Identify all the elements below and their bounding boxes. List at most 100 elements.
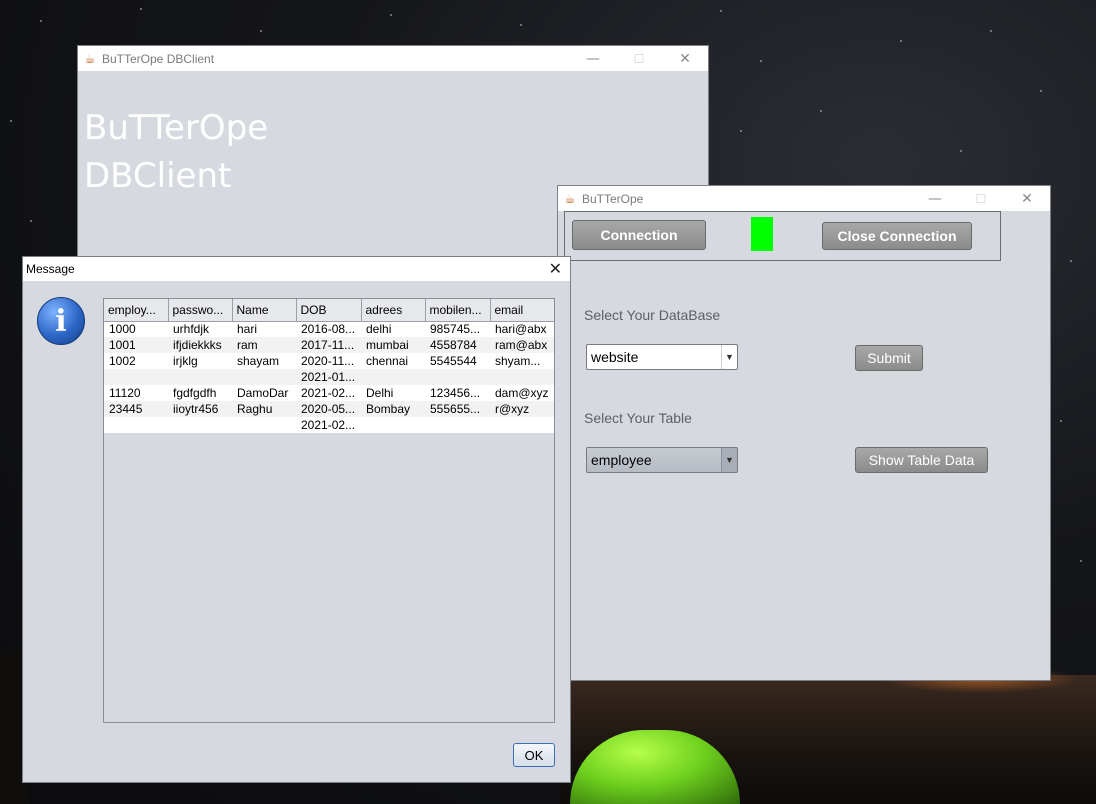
show-table-data-button[interactable]: Show Table Data [855, 447, 988, 473]
table-row[interactable]: 11120 fgdfgdfh DamoDar 2021-02... Delhi … [104, 385, 554, 401]
table-cell: delhi [361, 321, 425, 337]
table-cell [425, 417, 490, 433]
connection-status-indicator [751, 217, 773, 251]
table-cell: 1002 [104, 353, 168, 369]
table-cell: 2020-11... [296, 353, 361, 369]
column-header[interactable]: DOB [296, 299, 362, 322]
table-cell: hari [232, 321, 296, 337]
table-select[interactable]: employee ▼ [586, 447, 738, 473]
app-heading: BuTTerOpe DBClient [84, 104, 268, 200]
table-cell: chennai [361, 353, 425, 369]
table-cell: 4558784 [425, 337, 490, 353]
table-label: Select Your Table [584, 410, 692, 426]
table-cell: 23445 [104, 401, 168, 417]
table-cell: Raghu [232, 401, 296, 417]
table-cell: Delhi [361, 385, 425, 401]
window-controls: — ☐ ✕ [570, 46, 708, 71]
table-cell [104, 417, 168, 433]
table-select-value: employee [591, 452, 652, 468]
window-title: BuTTerOpe DBClient [102, 51, 215, 66]
table-cell: iioytr456 [168, 401, 232, 417]
table-cell: fgdfgdfh [168, 385, 232, 401]
data-table-scrollpane[interactable]: employ... passwo... Name DOB adrees mobi… [103, 298, 555, 723]
window-controls: — ☐ ✕ [912, 186, 1050, 211]
table-cell [104, 369, 168, 385]
data-table[interactable]: employ... passwo... Name DOB adrees mobi… [104, 299, 554, 433]
table-cell: 2016-08... [296, 321, 361, 337]
table-header-row: employ... passwo... Name DOB adrees mobi… [104, 299, 554, 322]
table-cell: 985745... [425, 321, 490, 337]
table-cell: hari@abx [490, 321, 554, 337]
column-header[interactable]: passwo... [168, 299, 233, 322]
table-cell: 2017-11... [296, 337, 361, 353]
ok-button[interactable]: OK [513, 743, 555, 767]
connection-button[interactable]: Connection [572, 220, 706, 250]
table-cell [168, 369, 232, 385]
java-icon: ☕ [564, 191, 576, 206]
table-cell: irjklg [168, 353, 232, 369]
table-cell: 11120 [104, 385, 168, 401]
message-dialog: Message ✕ i employ... passwo... Name DOB… [22, 256, 571, 783]
table-cell: ram@abx [490, 337, 554, 353]
table-row[interactable]: 23445 iioytr456 Raghu 2020-05... Bombay … [104, 401, 554, 417]
database-select[interactable]: website ▼ [586, 344, 738, 370]
table-cell: 5545544 [425, 353, 490, 369]
database-label: Select Your DataBase [584, 307, 721, 323]
submit-button[interactable]: Submit [855, 345, 923, 371]
table-row[interactable]: 1001 ifjdiekkks ram 2017-11... mumbai 45… [104, 337, 554, 353]
info-icon: i [37, 297, 85, 345]
table-cell: Bombay [361, 401, 425, 417]
column-header[interactable]: email [490, 299, 554, 322]
table-row[interactable]: 1002 irjklg shayam 2020-11... chennai 55… [104, 353, 554, 369]
close-connection-button[interactable]: Close Connection [822, 222, 972, 250]
table-cell: 555655... [425, 401, 490, 417]
table-cell: shayam [232, 353, 296, 369]
column-header[interactable]: adrees [361, 299, 426, 322]
chevron-down-icon[interactable]: ▼ [721, 448, 737, 472]
table-cell [361, 369, 425, 385]
database-select-value: website [591, 349, 639, 365]
minimize-icon[interactable]: — [912, 186, 958, 211]
dialog-title: Message [26, 262, 75, 276]
table-cell [232, 417, 296, 433]
close-icon[interactable]: ✕ [662, 46, 708, 71]
java-icon: ☕ [84, 51, 96, 66]
minimize-icon[interactable]: — [570, 46, 616, 71]
table-cell: mumbai [361, 337, 425, 353]
table-cell: 123456... [425, 385, 490, 401]
maximize-icon[interactable]: ☐ [958, 186, 1004, 211]
window-title: BuTTerOpe [582, 191, 644, 206]
table-cell: DamoDar [232, 385, 296, 401]
table-cell: 1000 [104, 321, 168, 337]
table-cell: ifjdiekkks [168, 337, 232, 353]
table-row[interactable]: 2021-02... [104, 417, 554, 433]
maximize-icon[interactable]: ☐ [616, 46, 662, 71]
chevron-down-icon[interactable]: ▼ [721, 345, 737, 369]
column-header[interactable]: employ... [104, 299, 169, 322]
table-cell: ram [232, 337, 296, 353]
title-bar[interactable]: ☕ BuTTerOpe — ☐ ✕ [558, 186, 1050, 211]
butterope-window: ☕ BuTTerOpe — ☐ ✕ Connection Close Conne… [557, 185, 1051, 681]
table-cell [361, 417, 425, 433]
table-cell: r@xyz [490, 401, 554, 417]
column-header[interactable]: Name [232, 299, 297, 322]
table-cell: urhfdjk [168, 321, 232, 337]
table-row[interactable]: 2021-01... [104, 369, 554, 385]
title-bar[interactable]: Message ✕ [23, 257, 570, 281]
title-bar[interactable]: ☕ BuTTerOpe DBClient — ☐ ✕ [78, 46, 708, 71]
table-cell [168, 417, 232, 433]
heading-line-1: BuTTerOpe [84, 108, 269, 148]
table-cell: 1001 [104, 337, 168, 353]
table-cell: dam@xyz [490, 385, 554, 401]
heading-line-2: DBClient [84, 156, 232, 196]
table-row[interactable]: 1000 urhfdjk hari 2016-08... delhi 98574… [104, 321, 554, 337]
close-icon[interactable]: ✕ [1004, 186, 1050, 211]
column-header[interactable]: mobilen... [425, 299, 491, 322]
table-cell [232, 369, 296, 385]
table-cell: 2020-05... [296, 401, 361, 417]
table-cell [490, 369, 554, 385]
table-cell [425, 369, 490, 385]
table-cell [490, 417, 554, 433]
close-icon[interactable]: ✕ [549, 259, 562, 278]
table-cell: 2021-01... [296, 369, 361, 385]
